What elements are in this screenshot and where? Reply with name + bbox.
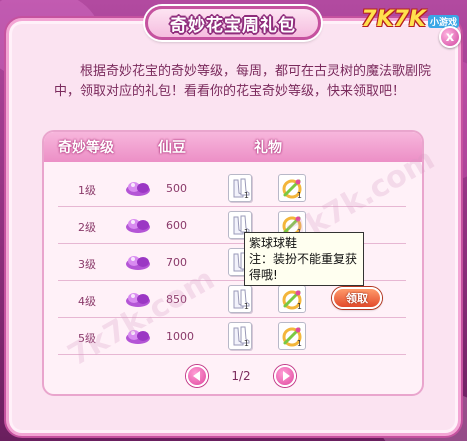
gift-shoes-slot[interactable]: 1 [228,174,252,202]
row-beans: 700 [166,256,187,269]
description-text: 根据奇妙花宝的奇妙等级，每周，都可在古灵树的魔法歌剧院中，领取对应的礼包！看看你… [54,64,432,99]
arrow-left-icon [192,371,200,381]
close-icon: x [445,29,455,45]
header-beans: 仙豆 [158,140,186,156]
gift-ring-slot[interactable]: 1 [278,322,306,350]
gift-shoes-slot[interactable]: 1 [228,322,252,350]
row-beans: 600 [166,219,187,232]
dialog-title-badge: 奇妙花宝周礼包 [145,6,321,40]
gift-qty: 1 [243,191,249,200]
row-level: 3级 [78,258,96,271]
gift-qty: 1 [243,339,249,348]
table-row: 1级 500 1 1 [58,170,406,207]
close-button[interactable]: x [439,26,461,48]
gift-shoes-slot[interactable]: 1 [228,285,252,313]
item-tooltip: 紫球球鞋 注：装扮不能重复获得哦! [244,232,364,286]
row-level: 2级 [78,221,96,234]
tooltip-title: 紫球球鞋 [249,236,298,250]
dialog-title: 奇妙花宝周礼包 [170,15,296,36]
gem-icon [126,330,150,344]
claim-button[interactable]: 领取 [332,287,382,309]
row-beans: 500 [166,182,187,195]
row-level: 4级 [78,295,96,308]
header-gift: 礼物 [254,140,282,156]
logo-text: 7K7K [361,7,426,32]
gift-qty: 1 [243,302,249,311]
row-beans: 850 [166,293,187,306]
row-level: 1级 [78,184,96,197]
tooltip-note: 注：装扮不能重复获得哦! [249,252,358,282]
row-beans: 1000 [166,330,194,343]
gift-ring-slot[interactable]: 1 [278,174,306,202]
gem-icon [126,182,150,196]
pagination: 1/2 [186,364,296,388]
page-indicator: 1/2 [231,369,251,383]
gift-qty: 1 [296,302,302,311]
table-row: 5级 1000 1 1 [58,318,406,355]
header-level: 奇妙等级 [58,140,114,156]
table-row: 4级 850 1 1 领取 [58,281,406,318]
gift-qty: 1 [296,339,302,348]
next-page-button[interactable] [274,365,296,387]
gem-icon [126,219,150,233]
prev-page-button[interactable] [186,365,208,387]
gem-icon [126,256,150,270]
table-header: 奇妙等级 仙豆 礼物 [44,132,422,162]
reward-table: 奇妙等级 仙豆 礼物 1级 500 1 1 2级 600 3级 700 4级 8… [42,130,424,396]
gift-qty: 1 [296,191,302,200]
gift-ring-slot[interactable]: 1 [278,285,306,313]
row-level: 5级 [78,332,96,345]
gem-icon [126,293,150,307]
arrow-right-icon [282,371,290,381]
